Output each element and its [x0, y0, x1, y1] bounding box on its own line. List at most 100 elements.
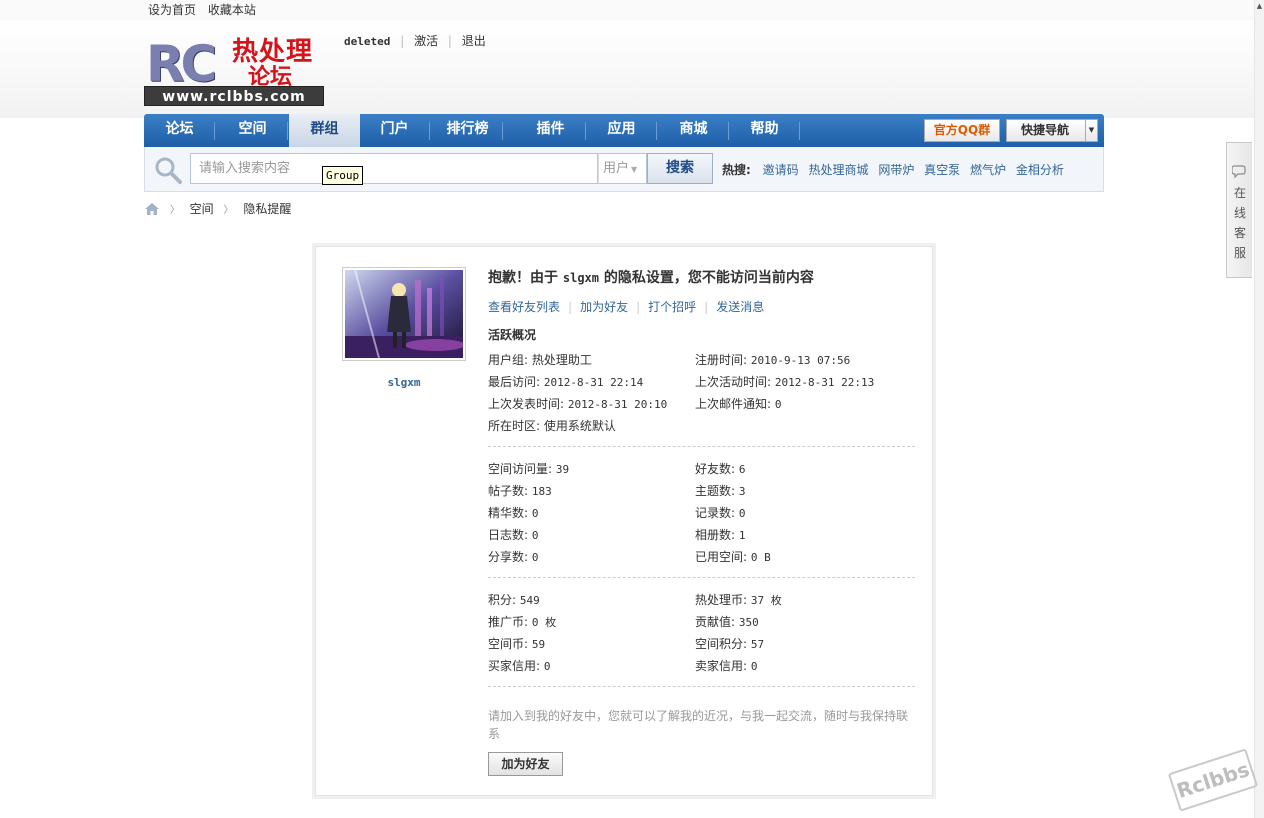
- scrollbar[interactable]: [1254, 0, 1264, 818]
- search-type-select[interactable]: 用户 ▼: [598, 153, 647, 184]
- logout-link[interactable]: 退出: [462, 34, 486, 48]
- hot-keyword[interactable]: 真空泵: [924, 163, 960, 177]
- hot-keyword[interactable]: 金相分析: [1016, 163, 1064, 177]
- set-home-link[interactable]: 设为首页: [148, 3, 196, 17]
- stat-points: 积分: 549: [488, 593, 540, 607]
- avatar[interactable]: [342, 267, 466, 361]
- divider: [488, 686, 915, 687]
- stat-used-space: 已用空间: 0 B: [695, 550, 771, 564]
- stat-blogs: 日志数: 0: [488, 528, 539, 542]
- stat-threads: 主题数: 3: [695, 484, 746, 498]
- action-separator: |: [636, 300, 641, 314]
- site-logo[interactable]: RC 热处理 论坛 www.rclbbs.com: [144, 31, 324, 106]
- quick-nav-label: 快捷导航: [1021, 123, 1070, 137]
- breadcrumb: 〉 空间 〉 隐私提醒: [144, 200, 291, 217]
- action-separator: |: [704, 300, 709, 314]
- nav-item-group[interactable]: 群组: [289, 114, 360, 147]
- stat-promo-coins: 推广币: 0 枚: [488, 615, 557, 629]
- privacy-message-user: slgxm: [562, 271, 599, 285]
- stat-last-email: 上次邮件通知: 0: [695, 397, 782, 411]
- nav-item-portal[interactable]: 门户: [359, 114, 430, 147]
- breadcrumb-separator: 〉: [223, 205, 234, 216]
- hot-keyword[interactable]: 热处理商城: [808, 163, 868, 177]
- hot-keyword[interactable]: 燃气炉: [970, 163, 1006, 177]
- stat-space-views: 空间访问量: 39: [488, 462, 570, 476]
- caret-down-icon: ▼: [631, 165, 638, 174]
- online-service-label: 在线客服: [1233, 186, 1246, 260]
- home-icon[interactable]: [144, 202, 160, 216]
- stat-space-points: 空间积分: 57: [695, 637, 765, 651]
- logo-rc-text: RC: [146, 35, 217, 93]
- avatar-image: [345, 270, 463, 358]
- search-type-label: 用户: [603, 161, 630, 176]
- search-bar: 请输入搜索内容 用户 ▼ 搜索 热搜: 邀请码 热处理商城 网带炉 真空泵 燃气炉…: [144, 147, 1104, 192]
- username-link[interactable]: deleted: [344, 35, 390, 48]
- stat-last-visit: 最后访问: 2012-8-31 22:14: [488, 375, 644, 389]
- view-friends-link[interactable]: 查看好友列表: [488, 300, 560, 314]
- scroll-up-icon[interactable]: ▲: [1255, 0, 1264, 12]
- avatar-username[interactable]: slgxm: [342, 376, 466, 389]
- main-nav: 论坛 空间 群组 门户 排行榜 插件 应用 商城 帮助 官方QQ群 快捷导航 ▼: [144, 114, 1104, 147]
- nav-item-space[interactable]: 空间: [217, 114, 288, 147]
- stat-register-time: 注册时间: 2010-9-13 07:56: [695, 353, 851, 367]
- add-friend-button[interactable]: 加为好友: [488, 752, 563, 776]
- divider: [488, 446, 915, 447]
- privacy-message-suffix: 的隐私设置，您不能访问当前内容: [599, 270, 814, 286]
- breadcrumb-space[interactable]: 空间: [190, 202, 214, 216]
- stat-albums: 相册数: 1: [695, 528, 746, 542]
- stat-last-activity: 上次活动时间: 2012-8-31 22:13: [695, 375, 875, 389]
- nav-item-plugins[interactable]: 插件: [515, 114, 586, 147]
- stat-user-group: 用户组: 热处理助工: [488, 353, 592, 367]
- watermark-logo: Rclbbs: [1167, 748, 1259, 812]
- stat-space-coins: 空间币: 59: [488, 637, 546, 651]
- nav-item-apps[interactable]: 应用: [586, 114, 657, 147]
- nav-item-mall[interactable]: 商城: [658, 114, 729, 147]
- privacy-message-prefix: 抱歉！由于: [488, 270, 563, 286]
- top-links: 设为首页 收藏本站: [148, 1, 264, 18]
- activate-link[interactable]: 激活: [414, 34, 438, 48]
- hot-keyword[interactable]: 网带炉: [878, 163, 914, 177]
- stat-digests: 精华数: 0: [488, 506, 539, 520]
- online-service-tab[interactable]: 在线客服: [1226, 142, 1252, 278]
- hot-keywords: 热搜: 邀请码 热处理商城 网带炉 真空泵 燃气炉 金相分析: [722, 161, 1070, 178]
- hot-keyword[interactable]: 邀请码: [763, 163, 799, 177]
- profile-actions: 查看好友列表 | 加为好友 | 打个招呼 | 发送消息: [488, 298, 764, 315]
- logo-url: www.rclbbs.com: [144, 86, 324, 106]
- section-title: 活跃概况: [488, 328, 537, 342]
- search-input[interactable]: 请输入搜索内容: [190, 153, 598, 184]
- quick-nav-button[interactable]: 快捷导航 ▼: [1006, 119, 1098, 142]
- privacy-message: 抱歉！由于 slgxm 的隐私设置，您不能访问当前内容: [488, 267, 814, 287]
- nav-item-help[interactable]: 帮助: [729, 114, 800, 147]
- breadcrumb-privacy: 隐私提醒: [243, 202, 292, 216]
- nav-item-forum[interactable]: 论坛: [144, 114, 215, 147]
- stat-posts: 帖子数: 183: [488, 484, 552, 498]
- search-icon: [155, 157, 182, 184]
- hot-label: 热搜:: [722, 163, 751, 177]
- stat-contribution: 贡献值: 350: [695, 615, 759, 629]
- top-bar: 设为首页 收藏本站: [0, 0, 1264, 20]
- breadcrumb-separator: 〉: [169, 205, 180, 216]
- action-separator: |: [568, 300, 573, 314]
- nav-item-ranking[interactable]: 排行榜: [432, 114, 503, 147]
- stat-seller-credit: 卖家信用: 0: [695, 659, 758, 673]
- stat-shares: 分享数: 0: [488, 550, 539, 564]
- say-hi-link[interactable]: 打个招呼: [648, 300, 696, 314]
- bookmark-link[interactable]: 收藏本站: [208, 3, 256, 17]
- menu-separator: |: [447, 34, 452, 48]
- tooltip: Group: [322, 166, 364, 185]
- search-button[interactable]: 搜索: [647, 153, 713, 184]
- stat-timezone: 所在时区: 使用系统默认: [488, 419, 616, 433]
- chevron-down-icon[interactable]: ▼: [1085, 120, 1097, 141]
- chat-bubble-icon: [1232, 165, 1246, 179]
- add-friend-link[interactable]: 加为好友: [580, 300, 628, 314]
- send-message-link[interactable]: 发送消息: [716, 300, 764, 314]
- divider: [488, 577, 915, 578]
- invite-text: 请加入到我的好友中，您就可以了解我的近况，与我一起交流，随时与我保持联系: [488, 709, 909, 741]
- stat-ht-coins: 热处理币: 37 枚: [695, 593, 782, 607]
- menu-separator: |: [400, 34, 405, 48]
- qq-group-button[interactable]: 官方QQ群: [924, 119, 1000, 142]
- stat-buyer-credit: 买家信用: 0: [488, 659, 551, 673]
- stat-friends: 好友数: 6: [695, 462, 746, 476]
- stat-last-post: 上次发表时间: 2012-8-31 20:10: [488, 397, 668, 411]
- user-menu: deleted | 激活 | 退出: [344, 32, 486, 49]
